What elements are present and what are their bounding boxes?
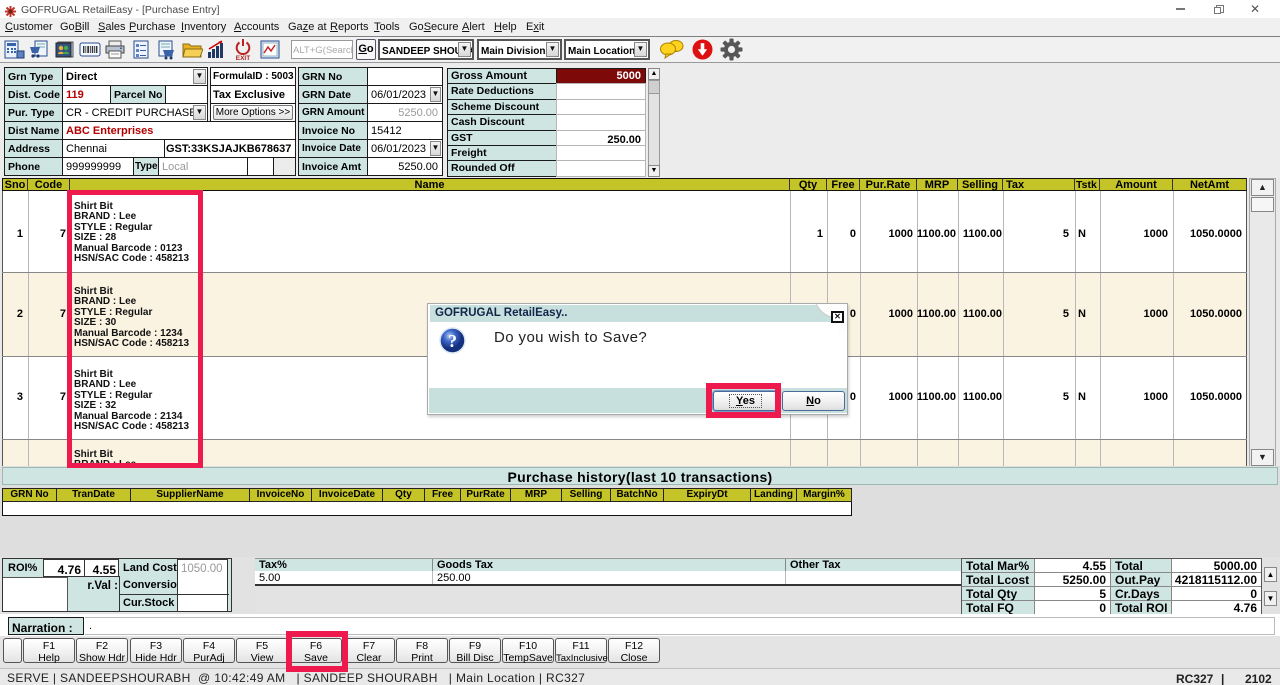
svg-text:EXIT: EXIT (236, 55, 250, 61)
svg-text:?: ? (448, 331, 457, 351)
